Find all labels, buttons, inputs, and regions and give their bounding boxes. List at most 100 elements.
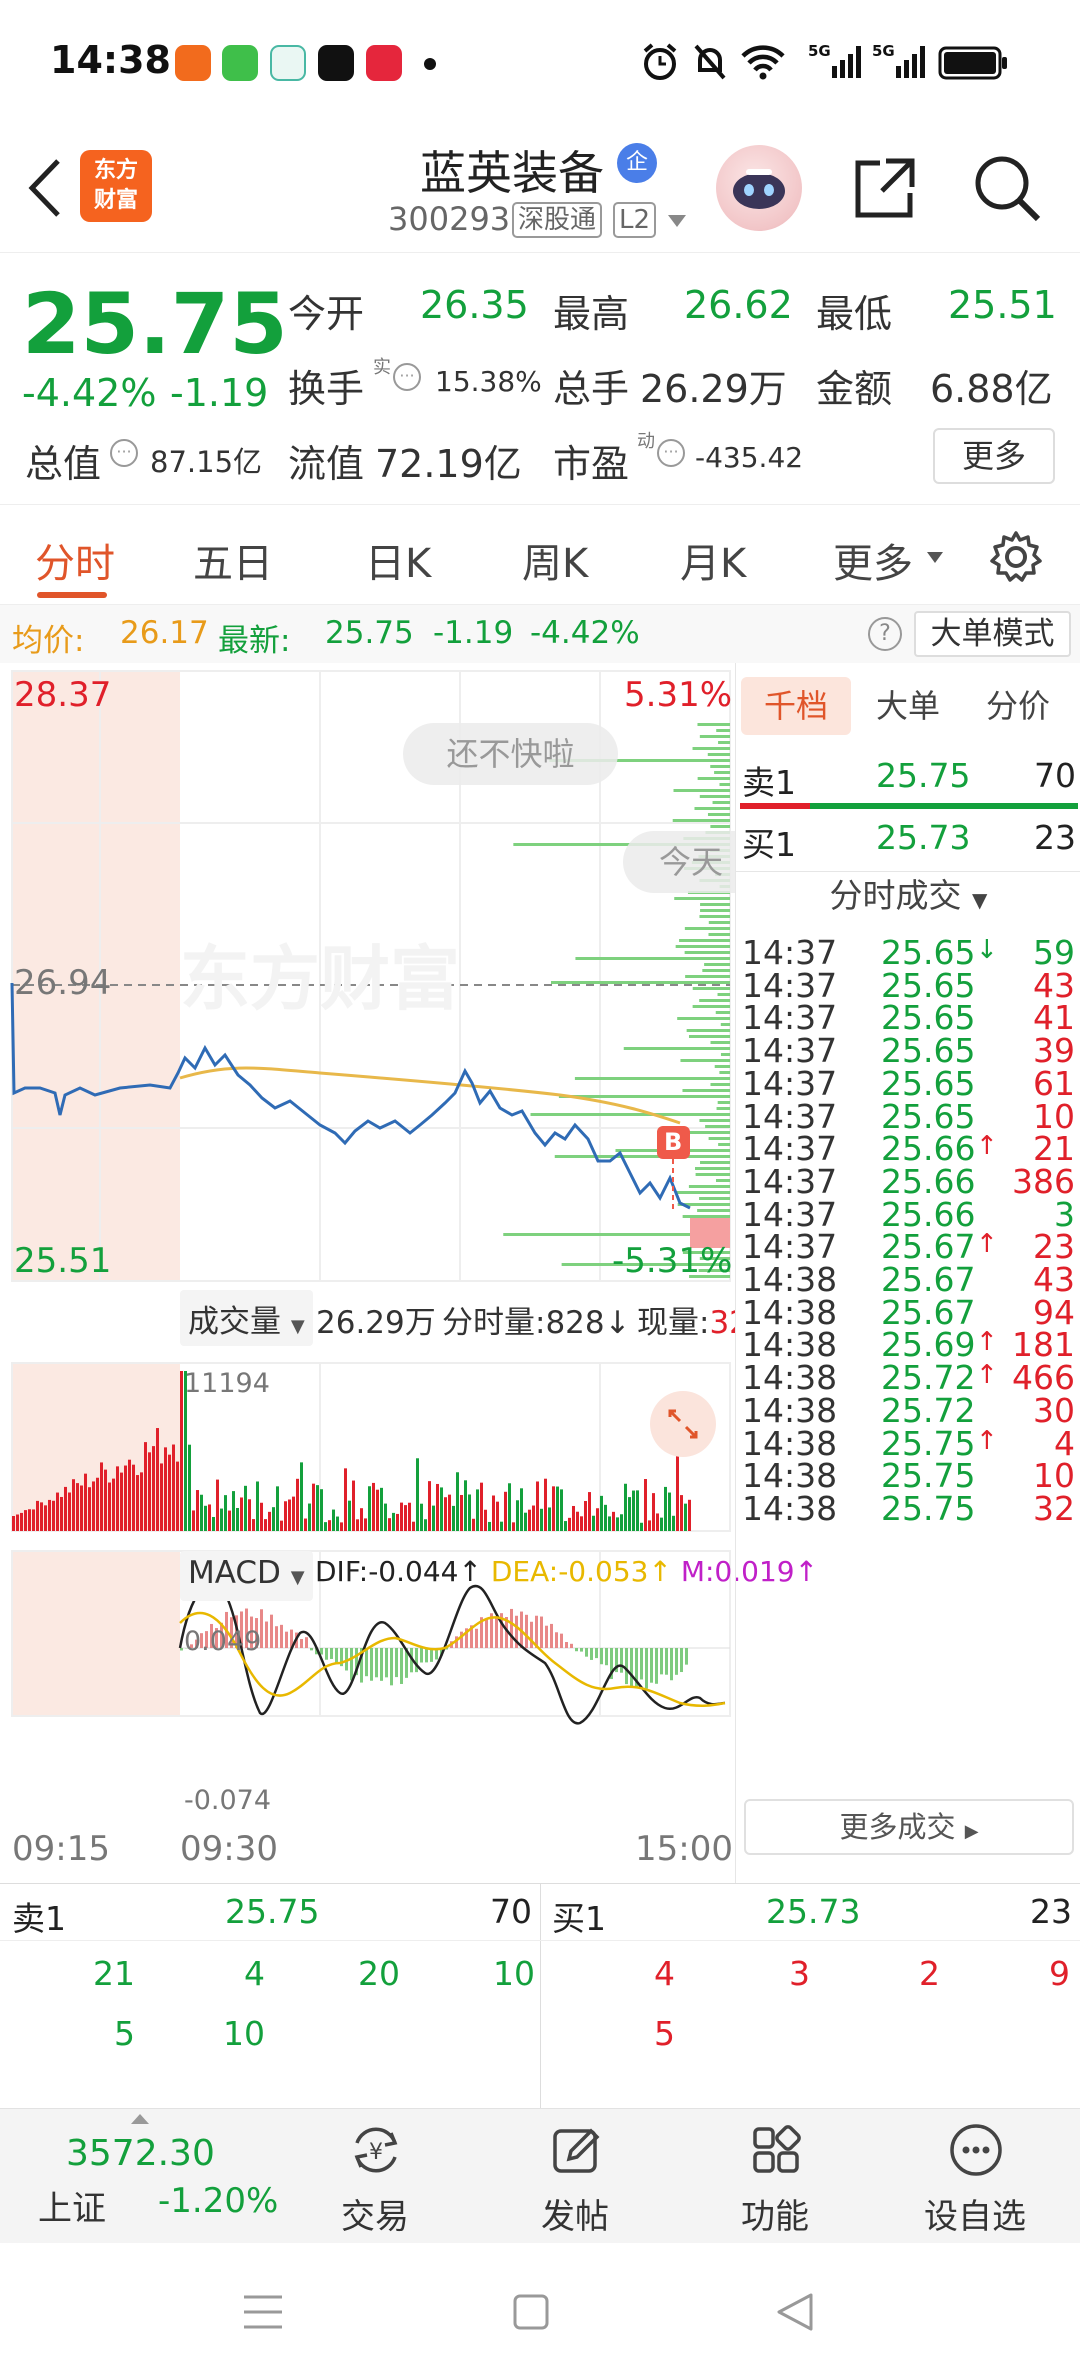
intraday-chart-area[interactable]: 东方财富 28.37 5.31% 26.94 25.51 -5.31% 还不快啦… <box>0 663 818 1883</box>
tab-monthly-k[interactable]: 月K <box>680 531 746 589</box>
tab-weekly-k[interactable]: 周K <box>522 531 588 589</box>
macd-bar <box>495 1616 498 1648</box>
sell1-label: 卖1 <box>742 763 796 802</box>
volume-bar <box>240 1497 243 1531</box>
settings-gear-icon[interactable] <box>988 529 1044 585</box>
tab-daily-k[interactable]: 日K <box>365 531 431 589</box>
nav-functions[interactable]: 功能 <box>675 2109 875 2244</box>
info-circle-icon[interactable]: ··· <box>393 363 421 391</box>
connect-tag: 深股通 <box>512 202 603 238</box>
share-icon[interactable] <box>850 153 920 223</box>
volume-bar <box>364 1518 367 1531</box>
tab-price-distribution[interactable]: 分价 <box>986 677 1050 735</box>
depth-bar <box>715 1179 730 1182</box>
trades-header[interactable]: 分时成交 ▼ <box>736 871 1080 919</box>
macd-bar <box>370 1648 373 1681</box>
volume-bar <box>312 1483 315 1531</box>
dropdown-triangle-icon[interactable] <box>666 213 688 229</box>
volume-bar <box>196 1490 199 1531</box>
message-notification-icon <box>222 45 258 81</box>
app-notification-icon <box>175 45 211 81</box>
tab-intraday[interactable]: 分时 <box>35 531 115 589</box>
macd-selector[interactable]: MACD ▼ <box>180 1551 313 1601</box>
home-icon[interactable] <box>512 2293 550 2331</box>
back-arrow-icon[interactable] <box>22 155 66 221</box>
expand-chart-button[interactable] <box>650 1391 716 1457</box>
volume-bar <box>264 1519 267 1531</box>
volume-bar <box>328 1520 331 1531</box>
volume-bar <box>92 1481 95 1531</box>
volume-bar <box>668 1492 671 1531</box>
nav-add-watchlist[interactable]: 设自选 <box>875 2109 1075 2244</box>
volume-bar <box>316 1485 319 1531</box>
time-axis-open: 09:30 <box>180 1829 278 1869</box>
comment-bubble[interactable]: 今天 <box>623 831 735 893</box>
volume-bar <box>344 1468 347 1531</box>
volume-bar <box>228 1510 231 1531</box>
pe-superscript: 动 <box>637 431 655 452</box>
signal-5g-2-icon: 5G <box>872 42 925 78</box>
buy1-price: 25.73 <box>876 818 971 857</box>
help-icon[interactable]: ? <box>868 617 902 651</box>
tab-big-orders[interactable]: 大单 <box>876 677 940 735</box>
index-ticker[interactable]: 3572.30 上证 -1.20% <box>30 2109 278 2244</box>
macd-bar <box>680 1648 683 1673</box>
buy-queue-order: 2 <box>919 1954 940 1993</box>
index-value: 3572.30 <box>66 2133 215 2174</box>
tab-five-day[interactable]: 五日 <box>193 531 273 589</box>
app-logo: 东方 财富 <box>80 150 152 222</box>
info-circle-icon[interactable]: ··· <box>657 439 685 467</box>
macd-bar <box>655 1648 658 1684</box>
macd-bar <box>420 1648 423 1663</box>
volume-bar <box>28 1509 31 1531</box>
volume-bar <box>112 1478 115 1531</box>
volume-bar <box>512 1522 515 1531</box>
macd-bar <box>685 1648 688 1665</box>
tab-thousand-levels[interactable]: 千档 <box>741 677 851 735</box>
menu-icon[interactable] <box>242 2293 284 2331</box>
more-trades-button[interactable]: 更多成交 ▶ <box>744 1799 1074 1855</box>
volume-bar <box>624 1483 627 1531</box>
more-quote-button[interactable]: 更多 <box>933 428 1055 484</box>
volume-bar <box>536 1481 539 1531</box>
volume-bar <box>72 1479 75 1531</box>
volume-bar <box>452 1505 455 1531</box>
volume-bar <box>64 1486 67 1531</box>
nav-post[interactable]: 发帖 <box>475 2109 675 2244</box>
ai-assistant-avatar[interactable] <box>716 145 802 231</box>
volume-bar <box>60 1496 63 1531</box>
trade-row: 14:38 25.75 32 <box>736 1489 1080 1538</box>
volume-bar <box>368 1486 371 1531</box>
depth-bar <box>682 1089 730 1092</box>
comment-bubble[interactable]: 还不快啦 <box>403 723 618 785</box>
volume-bar <box>208 1504 211 1531</box>
low-label: 最低 <box>816 292 893 336</box>
depth-buy-label: 买1 <box>552 1899 606 1938</box>
trade-yuan-icon: ¥ <box>354 2127 398 2173</box>
volume-bar <box>88 1487 91 1531</box>
tab-more[interactable]: 更多 <box>833 531 913 589</box>
macd-bar <box>395 1648 398 1678</box>
depth-bar <box>623 1047 730 1050</box>
volume-bar <box>232 1491 235 1531</box>
search-icon[interactable] <box>970 151 1044 225</box>
volume-bar <box>340 1522 343 1531</box>
macd-bar <box>580 1648 583 1652</box>
stock-name[interactable]: 蓝英装备 <box>420 137 604 203</box>
volume-bar <box>596 1508 599 1531</box>
volume-bar <box>160 1463 163 1531</box>
macd-bar <box>285 1631 288 1648</box>
depth-bar <box>686 1131 730 1134</box>
volume-bar <box>448 1494 451 1531</box>
volume-bar <box>244 1485 247 1531</box>
volume-bar <box>468 1494 471 1531</box>
big-order-mode-button[interactable]: 大单模式 <box>914 611 1071 657</box>
back-icon[interactable] <box>775 2291 815 2333</box>
macd-bar <box>380 1648 383 1681</box>
volume-selector[interactable]: 成交量 ▼ <box>180 1290 313 1346</box>
info-circle-icon[interactable]: ··· <box>110 439 138 467</box>
macd-axis-bottom: -0.074 <box>184 1785 272 1816</box>
open-value: 26.35 <box>420 283 529 327</box>
macd-bar <box>605 1648 608 1666</box>
nav-trade[interactable]: ¥ 交易 <box>275 2109 475 2244</box>
